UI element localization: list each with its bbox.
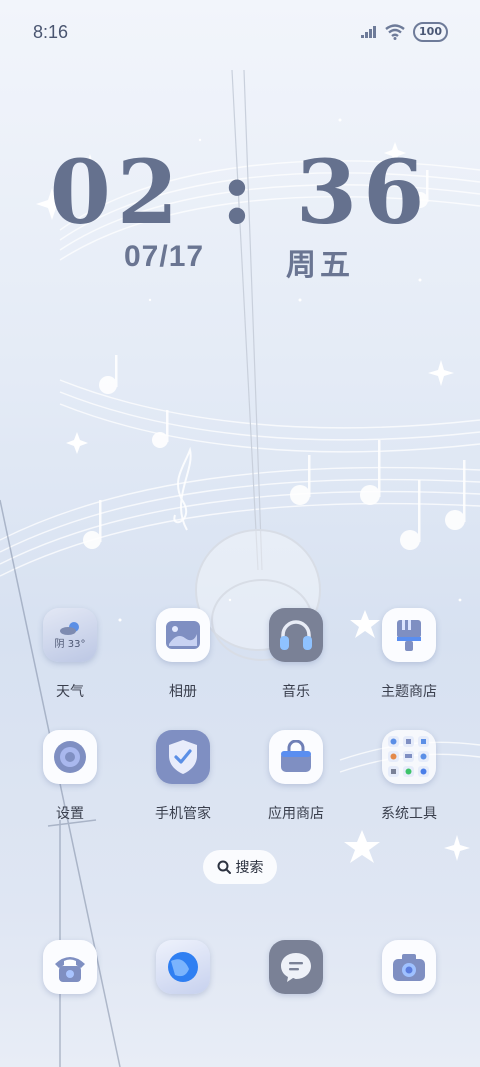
status-time: 8:16 — [33, 22, 69, 42]
shopping-bag-icon — [269, 730, 323, 784]
app-label: 手机管家 — [155, 806, 211, 822]
dock-phone[interactable] — [15, 940, 125, 994]
app-label: 主题商店 — [381, 684, 437, 700]
status-icons: 100 — [361, 22, 448, 42]
dock-camera[interactable] — [354, 940, 464, 994]
app-theme-store[interactable]: 主题商店 — [354, 608, 464, 701]
app-label: 设置 — [56, 806, 84, 822]
search-button[interactable]: 搜索 — [203, 850, 277, 884]
app-label: 音乐 — [282, 684, 310, 700]
message-icon — [269, 940, 323, 994]
date: 07/17 — [124, 240, 205, 273]
weather-icon: 阴 33° — [43, 608, 97, 662]
camera-icon — [382, 940, 436, 994]
status-bar: 8:16 100 — [0, 0, 480, 70]
app-settings[interactable]: 设置 — [15, 730, 125, 823]
brush-icon — [382, 608, 436, 662]
phone-icon — [43, 940, 97, 994]
lock-clock: 02 : 36 — [49, 140, 431, 244]
app-label: 系统工具 — [381, 806, 437, 822]
search-icon — [217, 860, 231, 874]
app-app-store[interactable]: 应用商店 — [241, 730, 351, 823]
app-music[interactable]: 音乐 — [241, 608, 351, 701]
dock-browser[interactable] — [128, 940, 238, 994]
shield-check-icon — [156, 730, 210, 784]
wifi-icon — [385, 24, 405, 40]
app-system-tools[interactable]: 系统工具 — [354, 730, 464, 823]
dock-messages[interactable] — [241, 940, 351, 994]
app-weather[interactable]: 阴 33° 天气 — [15, 608, 125, 701]
battery-indicator: 100 — [413, 22, 448, 42]
browser-icon — [156, 940, 210, 994]
search-label: 搜索 — [235, 860, 264, 876]
app-label: 相册 — [169, 684, 197, 700]
app-label: 天气 — [56, 684, 84, 700]
app-label: 应用商店 — [268, 806, 324, 822]
signal-icon — [361, 26, 377, 38]
app-phone-manager[interactable]: 手机管家 — [128, 730, 238, 823]
weekday: 周五 — [286, 248, 354, 283]
weather-widget-text: 阴 33° — [54, 638, 86, 650]
headphones-icon — [269, 608, 323, 662]
app-gallery[interactable]: 相册 — [128, 608, 238, 701]
gallery-icon — [156, 608, 210, 662]
folder-icon — [382, 730, 436, 784]
gear-icon — [43, 730, 97, 784]
cloud-sun-icon — [60, 621, 79, 635]
